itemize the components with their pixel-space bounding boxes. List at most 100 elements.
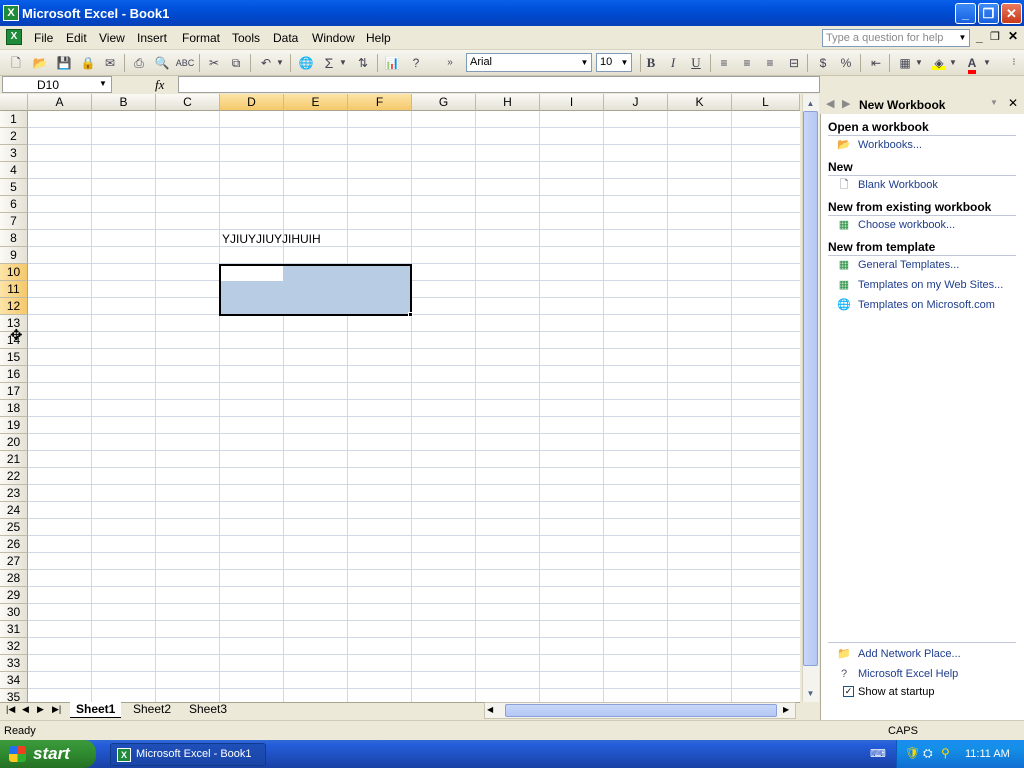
link-add-network-place[interactable]: Add Network Place... xyxy=(858,648,961,660)
close-icon[interactable]: ✕ xyxy=(1008,96,1018,110)
menu-insert[interactable]: Insert xyxy=(137,31,167,45)
save-icon[interactable]: 💾 xyxy=(54,53,74,73)
chevron-down-icon[interactable]: ▼ xyxy=(982,53,992,73)
email-icon[interactable]: ✉ xyxy=(100,53,120,73)
select-all-corner[interactable] xyxy=(0,94,28,111)
print-icon[interactable]: ⎙ xyxy=(129,53,149,73)
column-header-l[interactable]: L xyxy=(732,94,800,111)
font-name-select[interactable]: Arial ▼ xyxy=(466,53,592,72)
link-blank-workbook[interactable]: Blank Workbook xyxy=(858,179,938,191)
workbook-icon[interactable]: X xyxy=(6,29,22,45)
row-header-15[interactable]: 15 xyxy=(0,349,28,366)
chevron-down-icon[interactable]: ▼ xyxy=(619,54,630,71)
start-button[interactable]: start xyxy=(0,740,96,768)
horizontal-scroll-thumb[interactable] xyxy=(505,704,777,717)
active-cell[interactable] xyxy=(221,266,283,281)
row-header-8[interactable]: 8 xyxy=(0,230,28,247)
copy-icon[interactable]: ⧉ xyxy=(226,53,246,73)
chart-wizard-icon[interactable]: 📊 xyxy=(382,53,402,73)
chevron-down-icon[interactable]: ▼ xyxy=(337,53,349,73)
chevron-down-icon[interactable]: ▼ xyxy=(914,53,924,73)
horizontal-scrollbar[interactable]: ◀ ▶ xyxy=(484,702,796,719)
row-header-33[interactable]: 33 xyxy=(0,655,28,672)
chevron-down-icon[interactable]: ▼ xyxy=(579,54,590,71)
scroll-left-icon[interactable]: ◀ xyxy=(487,705,493,714)
font-size-select[interactable]: 10 ▼ xyxy=(596,53,632,72)
chevron-down-icon[interactable]: ▼ xyxy=(948,53,958,73)
chevron-down-icon[interactable]: ▼ xyxy=(956,30,969,46)
align-center-icon[interactable]: ≡ xyxy=(737,53,757,73)
insert-function-icon[interactable]: fx xyxy=(155,77,164,93)
minimize-button[interactable]: _ xyxy=(955,3,976,24)
last-sheet-icon[interactable]: ▶| xyxy=(52,704,61,715)
link-excel-help[interactable]: Microsoft Excel Help xyxy=(858,668,958,680)
scroll-down-icon[interactable]: ▼ xyxy=(803,686,818,701)
currency-icon[interactable]: $ xyxy=(813,53,833,73)
excel-icon[interactable]: X xyxy=(3,5,19,21)
help-question-input[interactable]: Type a question for help ▼ xyxy=(822,29,970,47)
worksheet-grid[interactable]: A B C D E F G H I J K L 1 2 3 4 5 6 7 8 9 10 11 12 1… xyxy=(0,94,800,702)
column-header-g[interactable]: G xyxy=(412,94,476,111)
fill-handle[interactable] xyxy=(408,312,413,317)
doc-close-button[interactable]: ✕ xyxy=(1008,29,1018,43)
print-preview-icon[interactable]: 🔍 xyxy=(152,53,172,73)
column-header-k[interactable]: K xyxy=(668,94,732,111)
row-header-31[interactable]: 31 xyxy=(0,621,28,638)
hyperlink-icon[interactable]: 🌐 xyxy=(296,53,316,73)
security-shield-icon[interactable]: 🛡 xyxy=(905,746,920,760)
merge-center-icon[interactable]: ⊟ xyxy=(784,53,804,73)
row-header-3[interactable]: 3 xyxy=(0,145,28,162)
row-header-25[interactable]: 25 xyxy=(0,519,28,536)
link-choose-workbook[interactable]: Choose workbook... xyxy=(858,219,955,231)
row-header-24[interactable]: 24 xyxy=(0,502,28,519)
tab-sheet1[interactable]: Sheet1 xyxy=(70,702,122,718)
row-header-6[interactable]: 6 xyxy=(0,196,28,213)
back-arrow-icon[interactable]: ◀ xyxy=(826,97,834,110)
link-workbooks[interactable]: Workbooks... xyxy=(858,139,922,151)
menu-file[interactable]: File xyxy=(34,31,53,45)
scroll-up-icon[interactable]: ▲ xyxy=(803,96,818,111)
row-header-5[interactable]: 5 xyxy=(0,179,28,196)
row-header-4[interactable]: 4 xyxy=(0,162,28,179)
row-header-1[interactable]: 1 xyxy=(0,111,28,128)
row-header-26[interactable]: 26 xyxy=(0,536,28,553)
taskbar-excel-button[interactable]: X Microsoft Excel - Book1 xyxy=(110,743,266,766)
link-microsoft-templates[interactable]: Templates on Microsoft.com xyxy=(858,299,995,311)
row-header-2[interactable]: 2 xyxy=(0,128,28,145)
undo-icon[interactable]: ↶ xyxy=(256,53,276,73)
scroll-right-icon[interactable]: ▶ xyxy=(783,705,789,714)
row-header-28[interactable]: 28 xyxy=(0,570,28,587)
chevron-down-icon[interactable]: ▼ xyxy=(99,79,107,88)
column-header-d[interactable]: D xyxy=(220,94,284,111)
menu-edit[interactable]: Edit xyxy=(66,31,87,45)
search-icon[interactable]: ⚲ xyxy=(941,746,950,760)
column-header-j[interactable]: J xyxy=(604,94,668,111)
doc-minimize-button[interactable]: _ xyxy=(976,30,983,44)
row-header-32[interactable]: 32 xyxy=(0,638,28,655)
column-header-i[interactable]: I xyxy=(540,94,604,111)
borders-icon[interactable]: ▦ xyxy=(895,53,915,73)
row-header-23[interactable]: 23 xyxy=(0,485,28,502)
sort-ascending-icon[interactable]: ⇅ xyxy=(353,53,373,73)
column-header-e[interactable]: E xyxy=(284,94,348,111)
keyboard-icon[interactable]: ⌨ xyxy=(870,747,886,760)
link-web-templates[interactable]: Templates on my Web Sites... xyxy=(858,279,1003,291)
italic-button[interactable]: I xyxy=(663,53,683,73)
row-header-29[interactable]: 29 xyxy=(0,587,28,604)
prev-sheet-icon[interactable]: ◀ xyxy=(22,704,29,715)
column-header-b[interactable]: B xyxy=(92,94,156,111)
column-header-a[interactable]: A xyxy=(28,94,92,111)
row-header-19[interactable]: 19 xyxy=(0,417,28,434)
toolbar-options-icon[interactable]: ⁝ xyxy=(1004,53,1024,73)
column-header-h[interactable]: H xyxy=(476,94,540,111)
toolbar-options-icon[interactable]: » xyxy=(440,53,460,73)
first-sheet-icon[interactable]: |◀ xyxy=(6,704,15,715)
row-header-7[interactable]: 7 xyxy=(0,213,28,230)
row-header-20[interactable]: 20 xyxy=(0,434,28,451)
vertical-scroll-thumb[interactable] xyxy=(803,111,818,666)
row-header-30[interactable]: 30 xyxy=(0,604,28,621)
new-document-icon[interactable]: 🗋 xyxy=(6,53,26,73)
decrease-indent-icon[interactable]: ⇤ xyxy=(866,53,886,73)
row-header-22[interactable]: 22 xyxy=(0,468,28,485)
row-header-27[interactable]: 27 xyxy=(0,553,28,570)
